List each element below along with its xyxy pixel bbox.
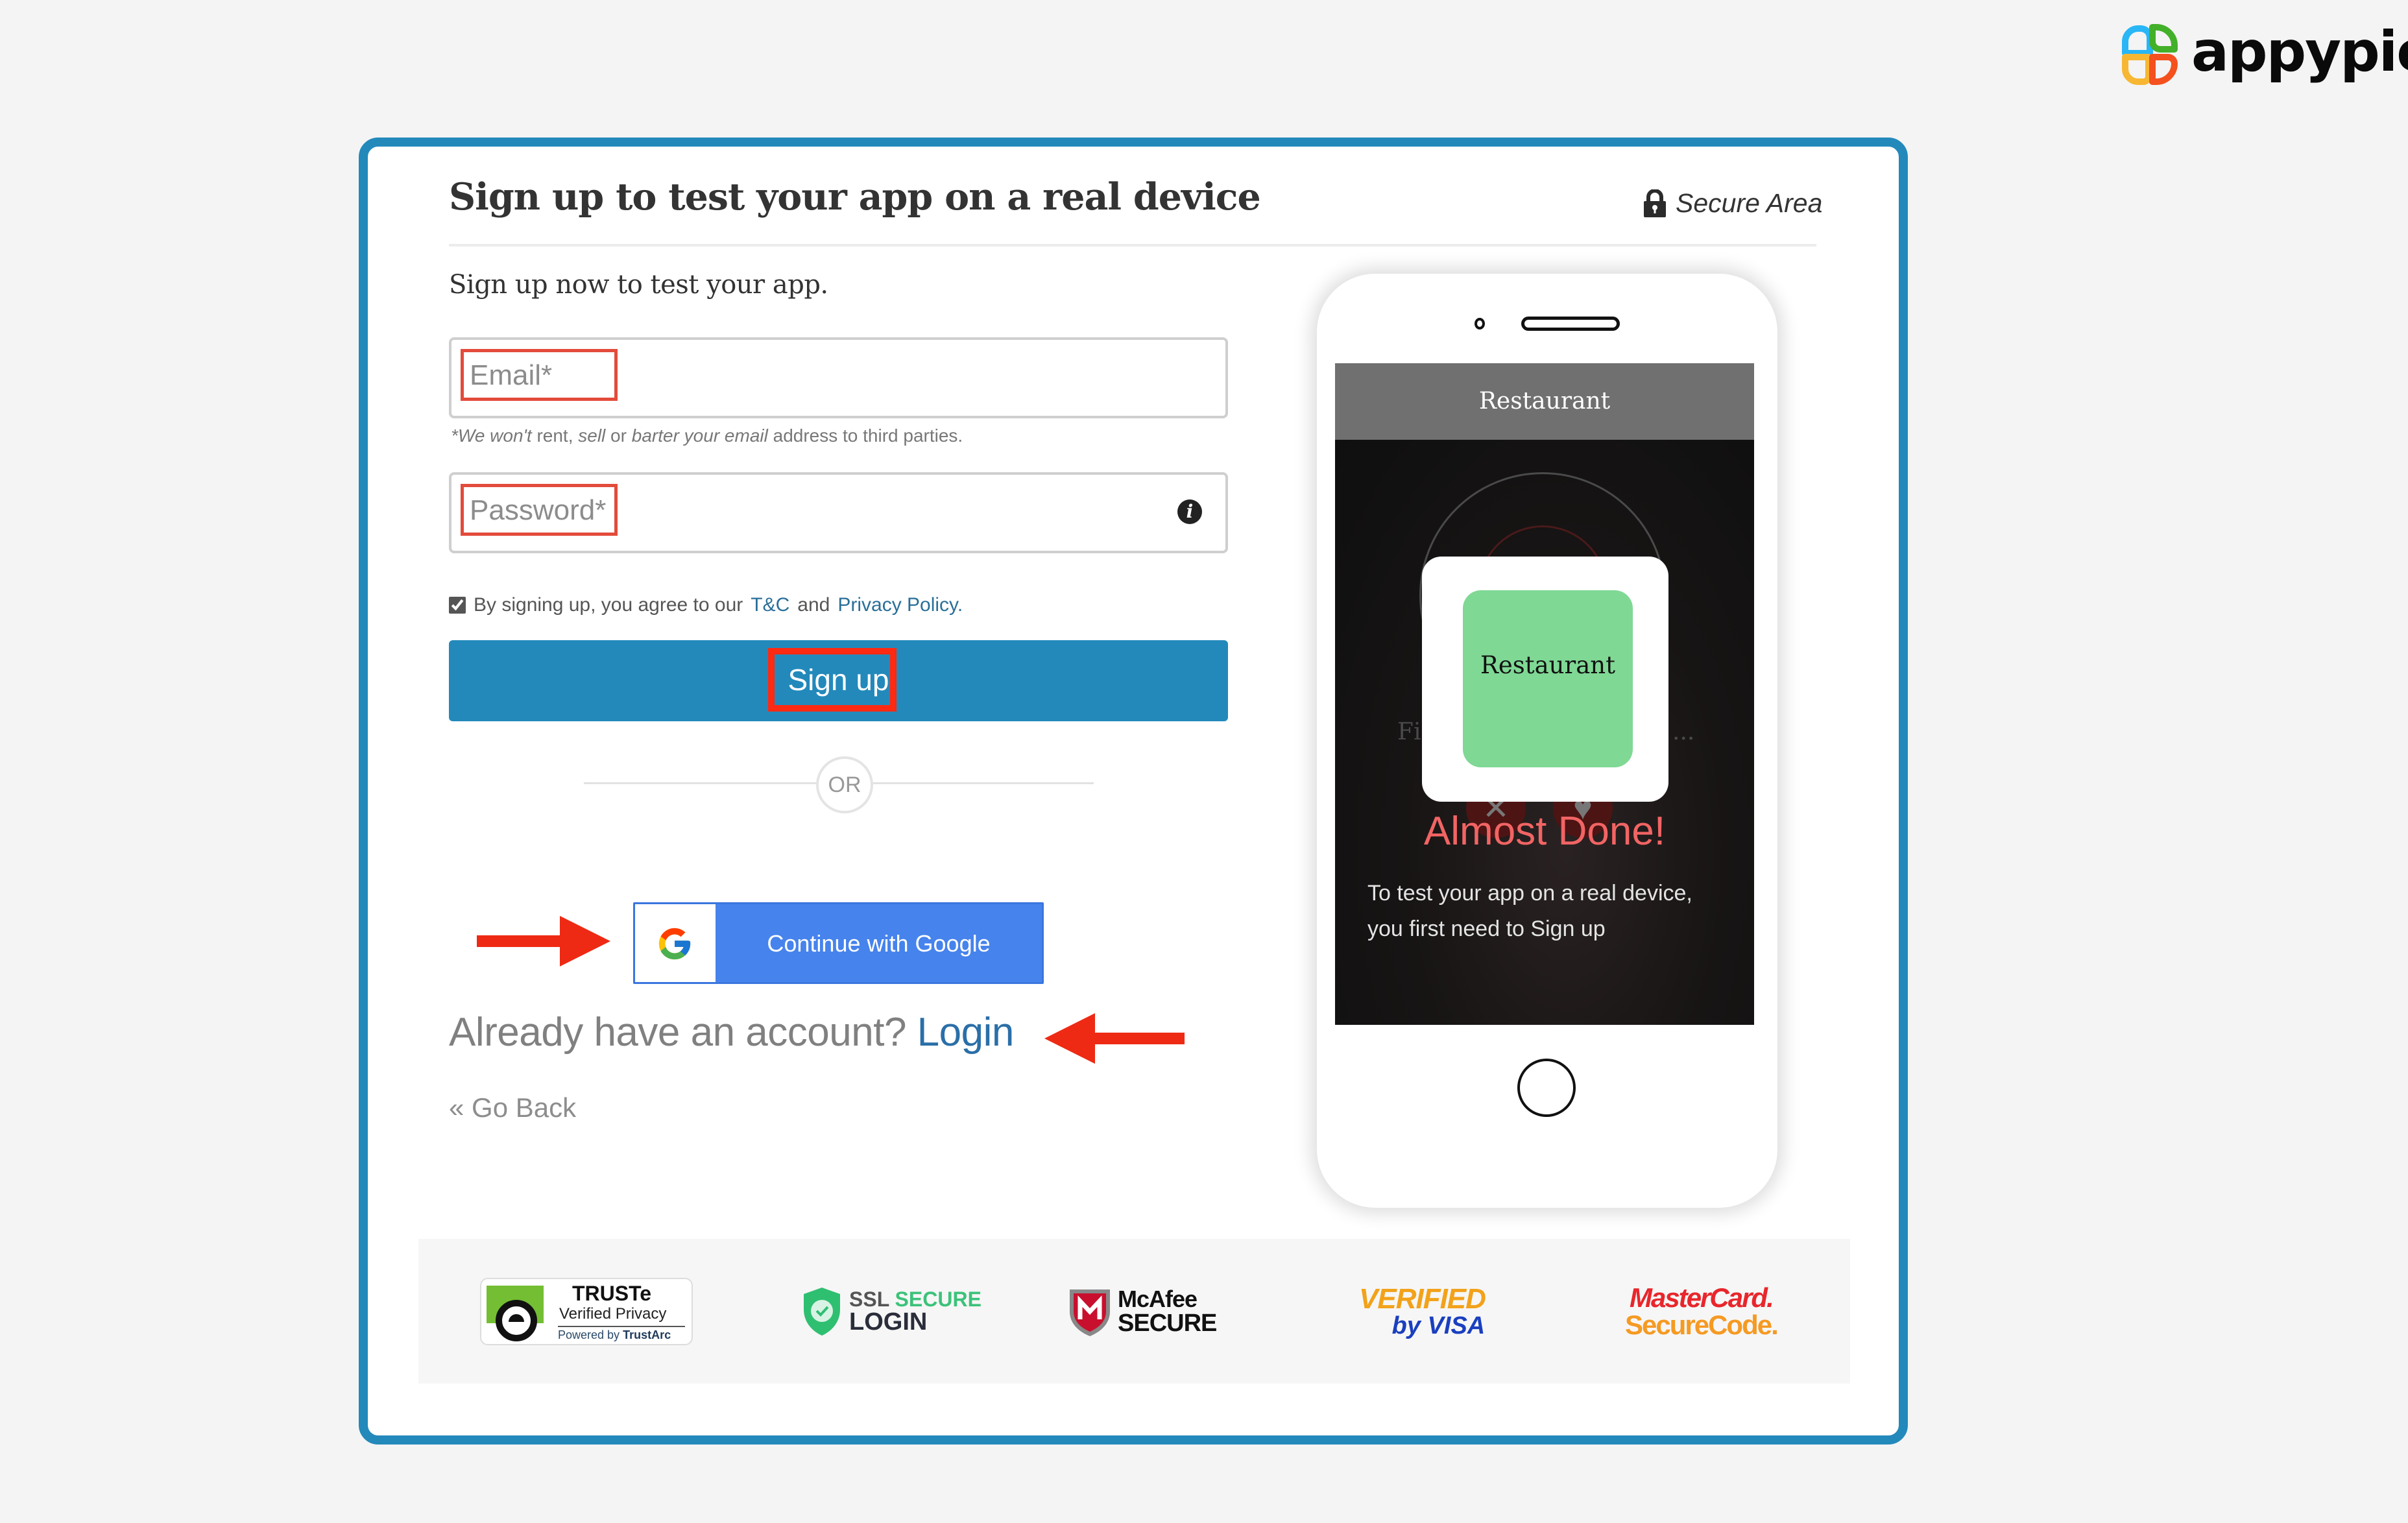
continue-with-google-button[interactable]: Continue with Google: [633, 902, 1044, 984]
phone-home-button: [1517, 1059, 1576, 1117]
phone-app-bar: Restaurant: [1335, 363, 1754, 440]
truste-logo: TRUSTe Verified Privacy Powered by Trust…: [480, 1277, 693, 1345]
appypie-wordmark: appypie: [2191, 19, 2408, 84]
secure-area-label: Secure Area: [1676, 188, 1823, 218]
mcafee-line2: SECURE: [1118, 1309, 1217, 1337]
signup-button-label: Sign up: [788, 663, 889, 697]
mcafee-text: McAfee SECURE: [1118, 1285, 1217, 1337]
phone-speaker-icon: [1521, 317, 1620, 331]
truste-powered-brand: TrustArc: [623, 1328, 671, 1341]
mastercard-line1: MasterCard.: [1630, 1282, 1774, 1313]
go-back-link[interactable]: « Go Back: [449, 1092, 576, 1123]
truste-badge: TRUSTe Verified Privacy Powered by Trust…: [480, 1239, 693, 1384]
subtitle: Sign up now to test your app.: [449, 270, 828, 300]
truste-subtitle: Verified Privacy: [559, 1304, 667, 1323]
ssl-secure-login-badge: SSL SECURE LOGIN: [801, 1239, 981, 1384]
mcafee-secure-badge: McAfee SECURE: [1067, 1239, 1217, 1384]
mcafee-shield-icon: [1067, 1286, 1113, 1337]
signup-card: Sign up to test your app on a real devic…: [359, 138, 1908, 1445]
arrow-left-icon: [1042, 1009, 1185, 1068]
info-icon[interactable]: i: [1177, 499, 1202, 524]
ssl-line1-b: SECURE: [895, 1287, 981, 1311]
email-field[interactable]: [449, 337, 1228, 418]
terms-and-text: and: [797, 594, 830, 616]
privacy-period: .: [957, 594, 963, 616]
disclaimer-part: or: [605, 426, 632, 446]
privacy-policy-link[interactable]: Privacy Policy.: [837, 594, 963, 616]
terms-checkbox[interactable]: [449, 597, 466, 614]
disclaimer-part: *We won't: [451, 426, 532, 446]
disclaimer-part: rent,: [531, 426, 579, 446]
terms-text: By signing up, you agree to our: [474, 594, 743, 616]
disclaimer-part: barter your email: [631, 426, 768, 446]
truste-powered-by: Powered by TrustArc: [558, 1328, 671, 1342]
ssl-line1: SSL SECURE: [849, 1289, 981, 1310]
google-g-icon: [658, 928, 691, 960]
visa-line1: VERIFIED: [1359, 1282, 1486, 1315]
visa-line1-rest: ERIFIED: [1377, 1282, 1486, 1315]
truste-rule: [558, 1325, 685, 1327]
ssl-line1-a: SSL: [849, 1287, 895, 1311]
or-divider-badge: OR: [816, 756, 873, 813]
verified-by-visa-badge: VERIFIED by VISA: [1359, 1239, 1486, 1384]
email-disclaimer: *We won't rent, sell or barter your emai…: [451, 426, 963, 446]
phone-bg-text-left: Fi: [1397, 719, 1421, 745]
tc-link[interactable]: T&C: [751, 594, 789, 616]
app-tile: Restaurant: [1463, 590, 1633, 767]
lock-icon: [1643, 189, 1667, 218]
mastercard-securecode-badge: MasterCard. SecureCode.: [1625, 1239, 1779, 1384]
ssl-text: SSL SECURE LOGIN: [849, 1289, 981, 1334]
login-link[interactable]: Login: [917, 1010, 1015, 1055]
trust-badges: TRUSTe Verified Privacy Powered by Trust…: [418, 1239, 1850, 1384]
mcafee-line1: McAfee: [1118, 1285, 1198, 1312]
google-button-label: Continue with Google: [767, 930, 991, 957]
appypie-logo-icon: [2120, 22, 2180, 87]
visa-tick: V: [1359, 1282, 1378, 1315]
ssl-shield-icon: [801, 1286, 843, 1337]
phone-bg-text-right: ...: [1672, 719, 1695, 745]
mastercard-line2: SecureCode.: [1625, 1309, 1779, 1340]
disclaimer-part: address to third parties.: [767, 426, 963, 446]
email-input[interactable]: [470, 354, 1183, 397]
disclaimer-part: sell: [578, 426, 606, 446]
page-title: Sign up to test your app on a real devic…: [449, 175, 1261, 219]
already-have-account: Already have an account? Login: [449, 1009, 1014, 1055]
already-text: Already have an account?: [449, 1010, 906, 1055]
header-divider: [449, 244, 1816, 246]
almost-done-message: To test your app on a real device, you f…: [1367, 881, 1692, 941]
truste-e-icon: [496, 1299, 537, 1341]
truste-powered-prefix: Powered by: [558, 1328, 623, 1341]
phone-mockup: Restaurant Fi ... ✕ ♥ Restaurant Almost …: [1317, 274, 1777, 1208]
ssl-line2: LOGIN: [849, 1308, 928, 1336]
visa-line2: by VISA: [1391, 1312, 1486, 1339]
almost-done-heading: Almost Done!: [1423, 809, 1666, 854]
google-icon-box: [635, 904, 716, 982]
terms-agreement: By signing up, you agree to our T&C and …: [449, 594, 963, 616]
signup-button[interactable]: Sign up: [449, 640, 1228, 721]
password-field[interactable]: i: [449, 472, 1228, 553]
arrow-right-icon: [477, 912, 613, 970]
privacy-policy-link-label: Privacy Policy: [837, 594, 957, 616]
password-input[interactable]: [470, 489, 1183, 532]
secure-area-indicator: Secure Area: [1643, 188, 1822, 219]
app-icon-card: Restaurant: [1422, 557, 1668, 802]
truste-title: TRUSTe: [572, 1281, 652, 1305]
phone-camera-icon: [1475, 318, 1485, 330]
appypie-logo: appypie: [2120, 22, 2408, 87]
phone-screen: Restaurant Fi ... ✕ ♥ Restaurant Almost …: [1335, 363, 1754, 1025]
